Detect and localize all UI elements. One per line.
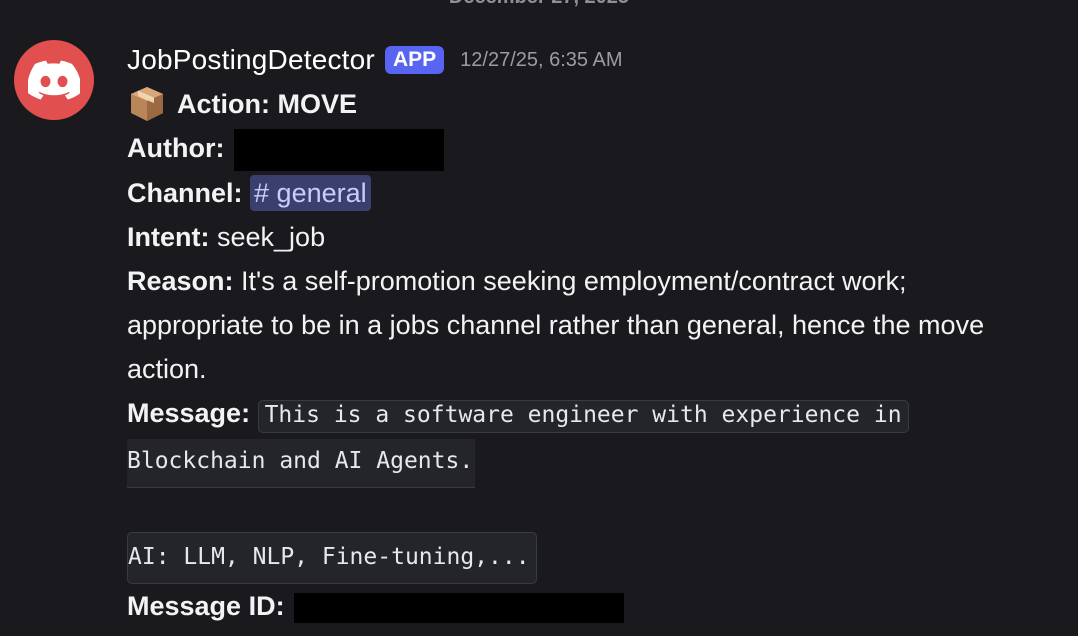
message-line-2: Blockchain and AI Agents.	[127, 437, 1057, 488]
intent-value: seek_job	[217, 221, 326, 252]
action-line: Action: MOVE	[127, 82, 1057, 126]
intent-label: Intent:	[127, 221, 210, 252]
discord-logo-icon	[28, 60, 80, 100]
author-label: Author:	[127, 133, 225, 163]
message-code-line2: Blockchain and AI Agents.	[127, 438, 476, 488]
action-label: Action: MOVE	[177, 89, 357, 119]
timestamp[interactable]: 12/27/25, 6:35 AM	[460, 49, 622, 72]
message-body: JobPostingDetector APP 12/27/25, 6:35 AM…	[127, 38, 1057, 628]
avatar[interactable]	[14, 40, 94, 120]
app-badge: APP	[384, 46, 445, 74]
message-header: JobPostingDetector APP 12/27/25, 6:35 AM	[127, 38, 1057, 82]
reason-line: Reason: It's a self-promotion seeking em…	[127, 259, 1037, 391]
redacted-author	[233, 128, 444, 171]
reason-label: Reason:	[127, 265, 234, 296]
redacted-message-id	[294, 592, 625, 623]
message-code-line1: This is a software engineer with experie…	[257, 399, 909, 433]
message-id-line: Message ID:	[127, 584, 1057, 628]
message-label: Message:	[127, 397, 251, 428]
channel-mention[interactable]: # general	[250, 174, 371, 211]
reason-value: It's a self-promotion seeking employment…	[127, 265, 985, 384]
intent-line: Intent: seek_job	[127, 215, 1057, 259]
username[interactable]: JobPostingDetector	[127, 44, 375, 76]
message-line-3: AI: LLM, NLP, Fine-tuning,...	[127, 531, 1057, 584]
message-line: Message: This is a software engineer wit…	[127, 391, 1057, 437]
author-line: Author:	[127, 126, 1057, 171]
channel-label: Channel:	[127, 177, 243, 208]
channel-line: Channel: # general	[127, 171, 1057, 215]
message-id-label: Message ID:	[127, 590, 285, 621]
date-divider: December 27, 2025	[0, 0, 1078, 9]
package-icon	[131, 87, 163, 121]
message-code-line3: AI: LLM, NLP, Fine-tuning,...	[127, 531, 537, 584]
